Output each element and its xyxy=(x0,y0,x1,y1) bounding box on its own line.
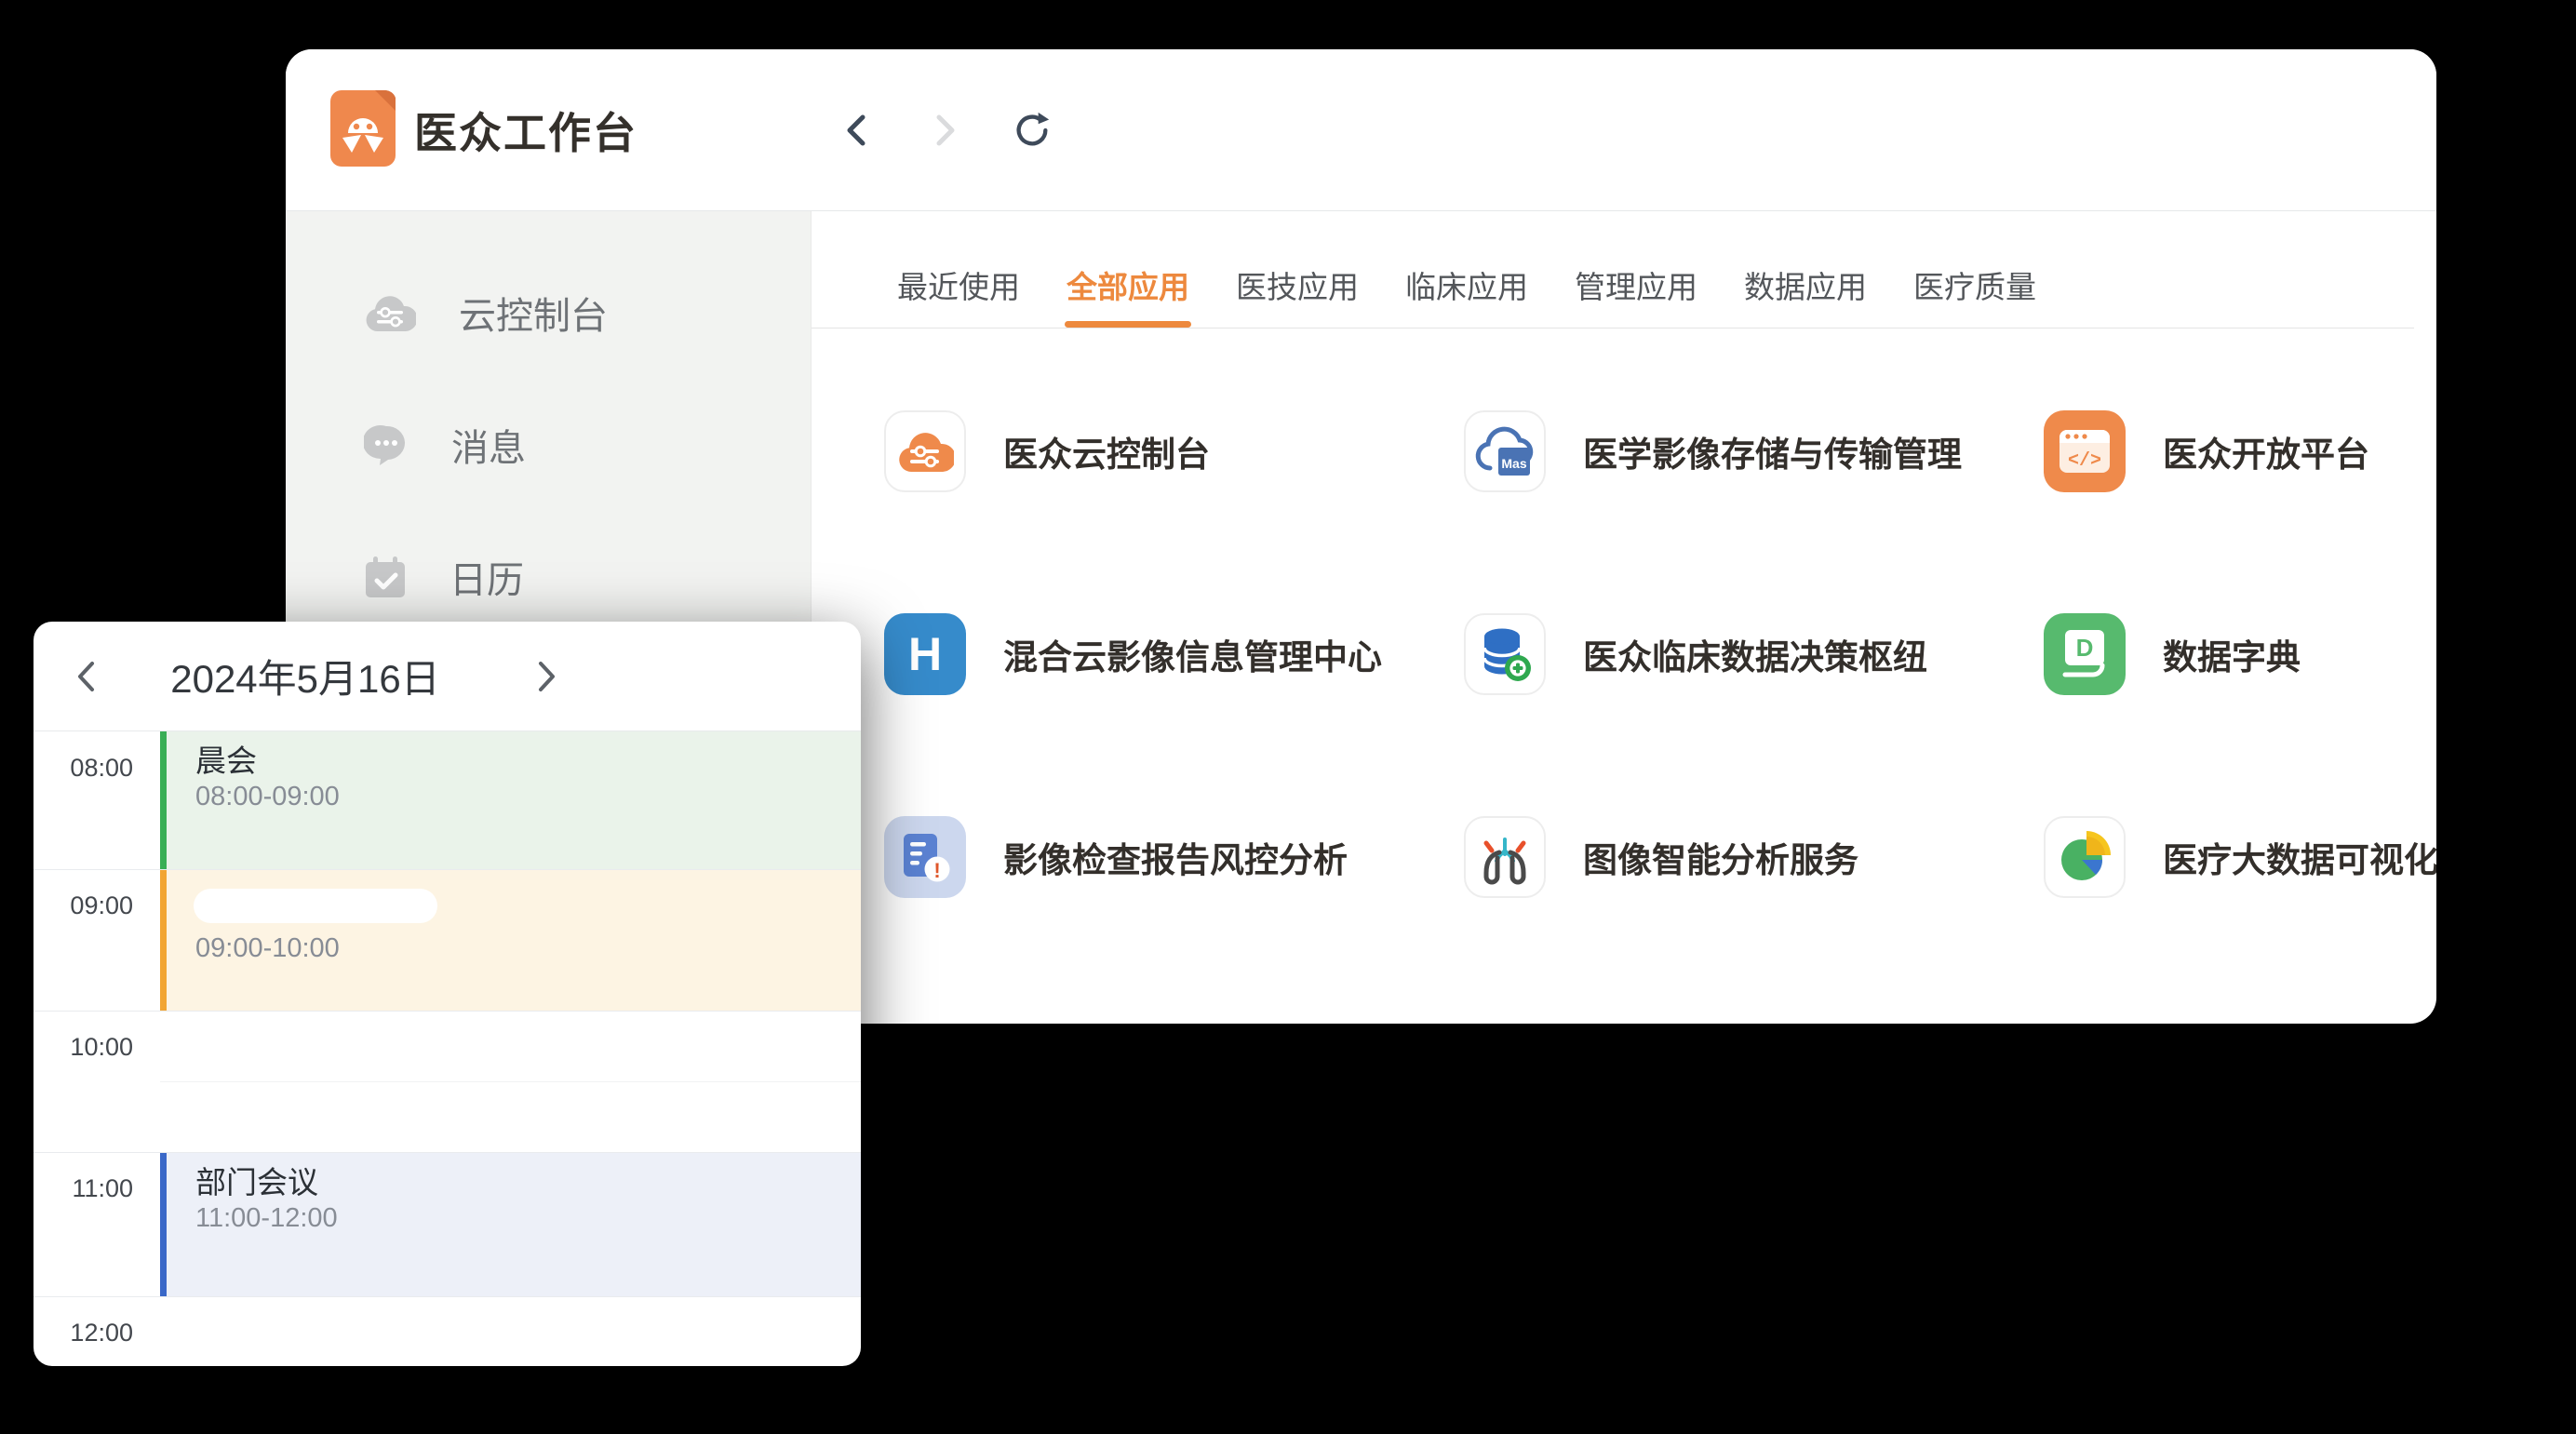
sidebar-item-label: 消息 xyxy=(451,418,526,472)
hour-divider xyxy=(34,1296,861,1297)
time-label: 08:00 xyxy=(34,754,133,783)
app-label: 医学影像存储与传输管理 xyxy=(1583,426,1962,476)
code-window-icon: </> xyxy=(2044,410,2126,492)
app-item-cloud-console[interactable]: 医众云控制台 xyxy=(884,409,1464,494)
letter-h-icon: H xyxy=(884,613,966,695)
app-title: 医众工作台 xyxy=(414,49,637,210)
forward-chevron-icon[interactable] xyxy=(924,110,965,151)
app-item-open-platform[interactable]: </> 医众开放平台 xyxy=(2044,409,2436,494)
report-alert-icon: ! xyxy=(884,816,966,898)
app-label: 医众临床数据决策枢纽 xyxy=(1583,629,1927,679)
time-label: 10:00 xyxy=(34,1033,133,1062)
tab-management-apps[interactable]: 管理应用 xyxy=(1575,262,1697,328)
cloud-mas-icon: Mas xyxy=(1464,410,1546,492)
app-item-clinical-data-hub[interactable]: 医众临床数据决策枢纽 xyxy=(1464,611,2044,697)
tab-medical-quality[interactable]: 医疗质量 xyxy=(1913,262,2036,328)
app-label: 医众开放平台 xyxy=(2163,426,2369,476)
lungs-icon xyxy=(1464,816,1546,898)
event-accent-bar xyxy=(160,1153,167,1296)
calendar-panel: 2024年5月16日 08:00 09:00 10:00 11:00 12:00… xyxy=(34,622,861,1366)
calendar-event-redacted[interactable]: 09:00-10:00 xyxy=(160,870,861,1011)
sidebar-item-messages[interactable]: 消息 xyxy=(286,379,811,511)
event-time: 08:00-09:00 xyxy=(195,781,861,812)
refresh-icon[interactable] xyxy=(1012,110,1053,151)
event-time: 09:00-10:00 xyxy=(195,932,861,964)
calendar-date: 2024年5月16日 xyxy=(123,622,488,730)
event-title: 晨会 xyxy=(195,744,861,778)
app-label: 图像智能分析服务 xyxy=(1583,832,1858,882)
calendar-grid: 08:00 09:00 10:00 11:00 12:00 晨会 08:00-0… xyxy=(34,730,861,1366)
svg-text:!: ! xyxy=(933,859,940,882)
cloud-sliders-icon xyxy=(884,410,966,492)
app-label: 数据字典 xyxy=(2163,629,2301,679)
app-item-hybrid-cloud-center[interactable]: H 混合云影像信息管理中心 xyxy=(884,611,1464,697)
dictionary-book-icon: D xyxy=(2044,613,2126,695)
tab-data-apps[interactable]: 数据应用 xyxy=(1744,262,1867,328)
time-label: 11:00 xyxy=(34,1174,133,1203)
app-logo mascot-document-icon xyxy=(330,90,396,167)
cloud-console-icon xyxy=(364,292,416,333)
tab-clinical-apps[interactable]: 临床应用 xyxy=(1405,262,1528,328)
app-label: 医疗大数据可视化 xyxy=(2163,832,2436,882)
svg-text:</>: </> xyxy=(2068,450,2101,472)
tab-medtech-apps[interactable]: 医技应用 xyxy=(1236,262,1359,328)
tab-recent[interactable]: 最近使用 xyxy=(897,262,1020,328)
calendar-check-icon xyxy=(364,555,407,599)
event-title: 部门会议 xyxy=(195,1166,861,1199)
app-item-image-ai-analysis[interactable]: 图像智能分析服务 xyxy=(1464,814,2044,900)
tab-bar: 最近使用 全部应用 医技应用 临床应用 管理应用 数据应用 医疗质量 xyxy=(812,211,2414,328)
calendar-event-department-meeting[interactable]: 部门会议 11:00-12:00 xyxy=(160,1153,861,1296)
chevron-left-icon[interactable] xyxy=(58,622,114,730)
svg-text:Mas: Mas xyxy=(1501,456,1526,471)
svg-text:D: D xyxy=(2076,634,2094,662)
time-label: 12:00 xyxy=(34,1319,133,1347)
nav-buttons xyxy=(837,49,1053,210)
app-item-data-dictionary[interactable]: D 数据字典 xyxy=(2044,611,2436,697)
calendar-header: 2024年5月16日 xyxy=(34,622,861,730)
hour-divider xyxy=(34,1011,861,1012)
event-time: 11:00-12:00 xyxy=(195,1202,861,1234)
app-item-big-data-visualization[interactable]: 医疗大数据可视化 xyxy=(2044,814,2436,900)
window-header: 医众工作台 xyxy=(286,49,2436,211)
time-label: 09:00 xyxy=(34,891,133,920)
app-grid: 医众云控制台 Mas 医学影像存储与传输管理 xyxy=(884,409,2436,1017)
event-accent-bar xyxy=(160,870,167,1011)
app-item-image-storage[interactable]: Mas 医学影像存储与传输管理 xyxy=(1464,409,2044,494)
half-hour-divider xyxy=(160,1081,861,1082)
content-area: 最近使用 全部应用 医技应用 临床应用 管理应用 数据应用 医疗质量 xyxy=(812,211,2436,1024)
database-plus-icon xyxy=(1464,613,1546,695)
sidebar-item-cloud-console[interactable]: 云控制台 xyxy=(286,247,811,379)
back-chevron-icon[interactable] xyxy=(837,110,878,151)
sidebar-item-label: 日历 xyxy=(449,550,524,604)
event-title-placeholder xyxy=(194,889,437,923)
app-label: 医众云控制台 xyxy=(1003,426,1210,476)
pie-chart-icon xyxy=(2044,816,2126,898)
app-label: 影像检查报告风控分析 xyxy=(1003,832,1348,882)
calendar-event-morning-meeting[interactable]: 晨会 08:00-09:00 xyxy=(160,731,861,869)
chevron-right-icon[interactable] xyxy=(519,622,575,730)
event-accent-bar xyxy=(160,731,167,869)
app-item-report-risk-analysis[interactable]: ! 影像检查报告风控分析 xyxy=(884,814,1464,900)
svg-text:H: H xyxy=(908,628,942,680)
app-label: 混合云影像信息管理中心 xyxy=(1003,629,1382,679)
message-bubble-icon xyxy=(364,422,409,467)
tab-all-apps[interactable]: 全部应用 xyxy=(1067,262,1189,328)
sidebar-item-label: 云控制台 xyxy=(459,286,608,340)
